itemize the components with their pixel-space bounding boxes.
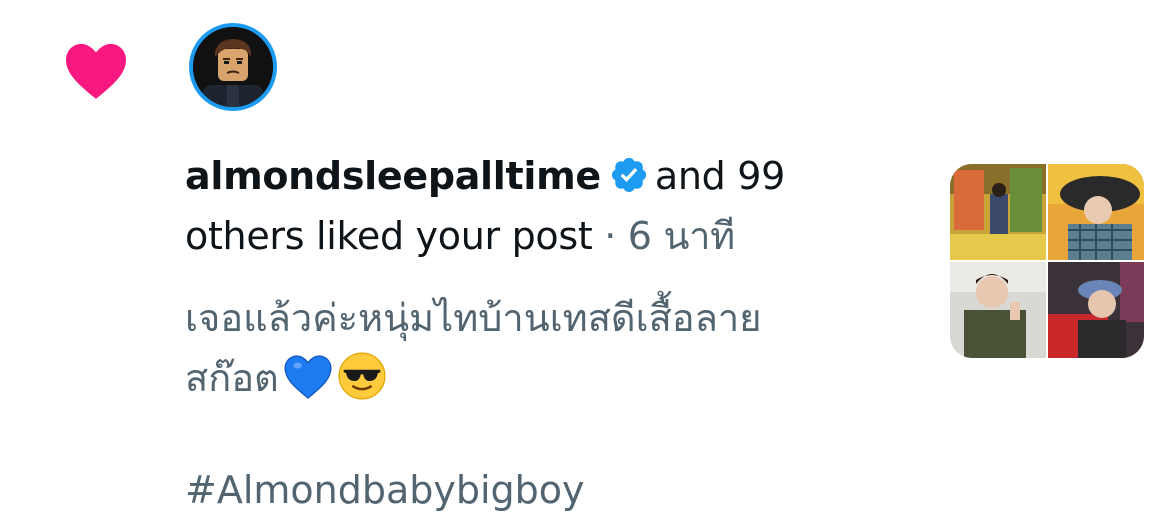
hashtag-link[interactable]: #Almondbabybigboy [185,460,585,520]
like-notification[interactable]: almondsleepalltime and 99 others liked yo… [0,0,1170,520]
notification-headline: almondsleepalltime and 99 others liked yo… [185,146,835,266]
sunglasses-emoji-icon [338,352,386,400]
post-text: เจอแล้วค่ะหนุ่มไทบ้านเทสดีเสื้อลาย สก๊อต [185,288,885,408]
heart-icon [66,43,126,99]
post-thumbnail[interactable] [950,164,1144,358]
blue-heart-emoji-icon [284,355,332,399]
username-link[interactable]: almondsleepalltime [185,154,601,198]
photo-collage-thumbnail [950,164,1144,358]
lego-minifigure-avatar [193,27,273,107]
post-text-line1: เจอแล้วค่ะหนุ่มไทบ้านเทสดีเสื้อลาย [185,296,762,340]
verified-badge-icon [611,157,646,193]
user-avatar[interactable] [189,23,277,111]
post-text-line2: สก๊อต [185,356,279,400]
action-text-part1: and 99 [654,154,785,198]
timestamp: 6 นาที [627,214,735,258]
separator-dot: · [604,214,617,258]
action-text-part2: others liked your post [185,214,593,258]
